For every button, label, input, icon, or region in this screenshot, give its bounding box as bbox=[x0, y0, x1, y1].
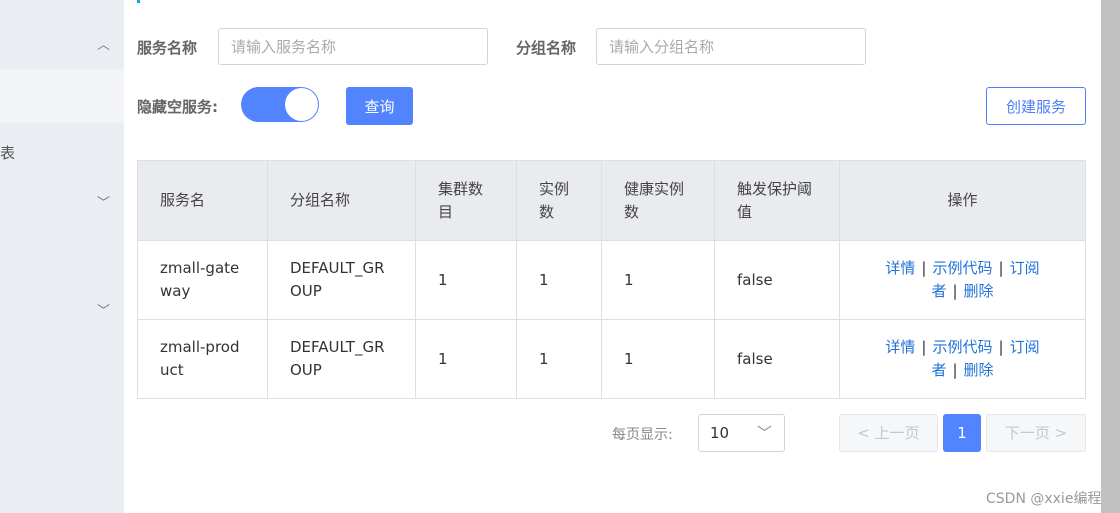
sidebar-item-label[interactable]: 表 bbox=[0, 142, 15, 163]
cell-group: DEFAULT_GROUP bbox=[267, 319, 416, 399]
next-label: 下一页 bbox=[1004, 424, 1050, 442]
per-page-select[interactable]: 10 ﹀ bbox=[698, 414, 785, 452]
detail-link[interactable]: 详情 bbox=[885, 259, 915, 277]
cell-name: zmall-product bbox=[137, 319, 268, 399]
toggle-knob bbox=[285, 88, 318, 121]
table-row: zmall-product DEFAULT_GROUP 1 1 1 false … bbox=[137, 319, 1086, 399]
next-page-button[interactable]: 下一页 > bbox=[986, 414, 1086, 452]
sidebar-item-selected[interactable] bbox=[0, 69, 124, 123]
hide-empty-toggle[interactable] bbox=[241, 87, 319, 122]
cell-ops: 详情 | 示例代码 | 订阅者 | 删除 bbox=[839, 319, 1086, 399]
header-cell: 分组名称 bbox=[267, 160, 416, 241]
services-table: 服务名 分组名称 集群数目 实例数 健康实例数 触发保护阈值 操作 zmall-… bbox=[137, 160, 1086, 399]
service-name-label: 服务名称 bbox=[137, 39, 198, 57]
create-service-button[interactable]: 创建服务 bbox=[986, 87, 1086, 125]
chevron-right-icon: > bbox=[1049, 424, 1068, 442]
cell-clusters: 1 bbox=[415, 319, 517, 399]
cell-ops: 详情 | 示例代码 | 订阅者 | 删除 bbox=[839, 240, 1086, 320]
header-cell: 服务名 bbox=[137, 160, 268, 241]
cell-name: zmall-gateway bbox=[137, 240, 268, 320]
sidebar: ︿ 表 ﹀ ﹀ bbox=[0, 0, 124, 513]
prev-label: 上一页 bbox=[874, 424, 920, 442]
cell-healthy: 1 bbox=[601, 240, 715, 320]
query-button[interactable]: 查询 bbox=[346, 87, 413, 125]
cell-instances: 1 bbox=[516, 240, 602, 320]
chevron-down-icon: ﹀ bbox=[756, 424, 772, 442]
header-cell: 健康实例数 bbox=[601, 160, 715, 241]
prev-page-button[interactable]: < 上一页 bbox=[839, 414, 938, 452]
group-name-input[interactable] bbox=[596, 28, 866, 65]
header-cell: 集群数目 bbox=[415, 160, 517, 241]
chevron-left-icon: < bbox=[857, 424, 875, 442]
delete-link[interactable]: 删除 bbox=[964, 282, 994, 300]
cell-threshold: false bbox=[714, 240, 840, 320]
watermark: CSDN @xxie编程 bbox=[986, 491, 1102, 507]
header-cell: 触发保护阈值 bbox=[714, 160, 840, 241]
delete-link[interactable]: 删除 bbox=[964, 361, 994, 379]
chevron-up-icon[interactable]: ︿ bbox=[97, 34, 110, 53]
cell-instances: 1 bbox=[516, 319, 602, 399]
scrollbar[interactable] bbox=[1101, 0, 1120, 513]
per-page-value: 10 bbox=[710, 424, 730, 442]
header-cell: 实例数 bbox=[516, 160, 602, 241]
per-page-label: 每页显示: bbox=[612, 427, 673, 443]
chevron-down-icon[interactable]: ﹀ bbox=[97, 300, 110, 319]
service-name-input[interactable] bbox=[218, 28, 488, 65]
cell-threshold: false bbox=[714, 319, 840, 399]
chevron-down-icon[interactable]: ﹀ bbox=[97, 192, 110, 211]
table-header: 服务名 分组名称 集群数目 实例数 健康实例数 触发保护阈值 操作 bbox=[137, 160, 1086, 241]
group-name-label: 分组名称 bbox=[516, 39, 577, 57]
table-row: zmall-gateway DEFAULT_GROUP 1 1 1 false … bbox=[137, 240, 1086, 320]
header-cell: 操作 bbox=[839, 160, 1086, 241]
detail-link[interactable]: 详情 bbox=[885, 338, 915, 356]
sample-code-link[interactable]: 示例代码 bbox=[932, 259, 992, 277]
cell-healthy: 1 bbox=[601, 319, 715, 399]
cell-group: DEFAULT_GROUP bbox=[267, 240, 416, 320]
sample-code-link[interactable]: 示例代码 bbox=[932, 338, 992, 356]
page-1-button[interactable]: 1 bbox=[943, 414, 981, 452]
hide-empty-label: 隐藏空服务: bbox=[137, 98, 218, 116]
tab-indicator bbox=[137, 0, 140, 3]
cell-clusters: 1 bbox=[415, 240, 517, 320]
